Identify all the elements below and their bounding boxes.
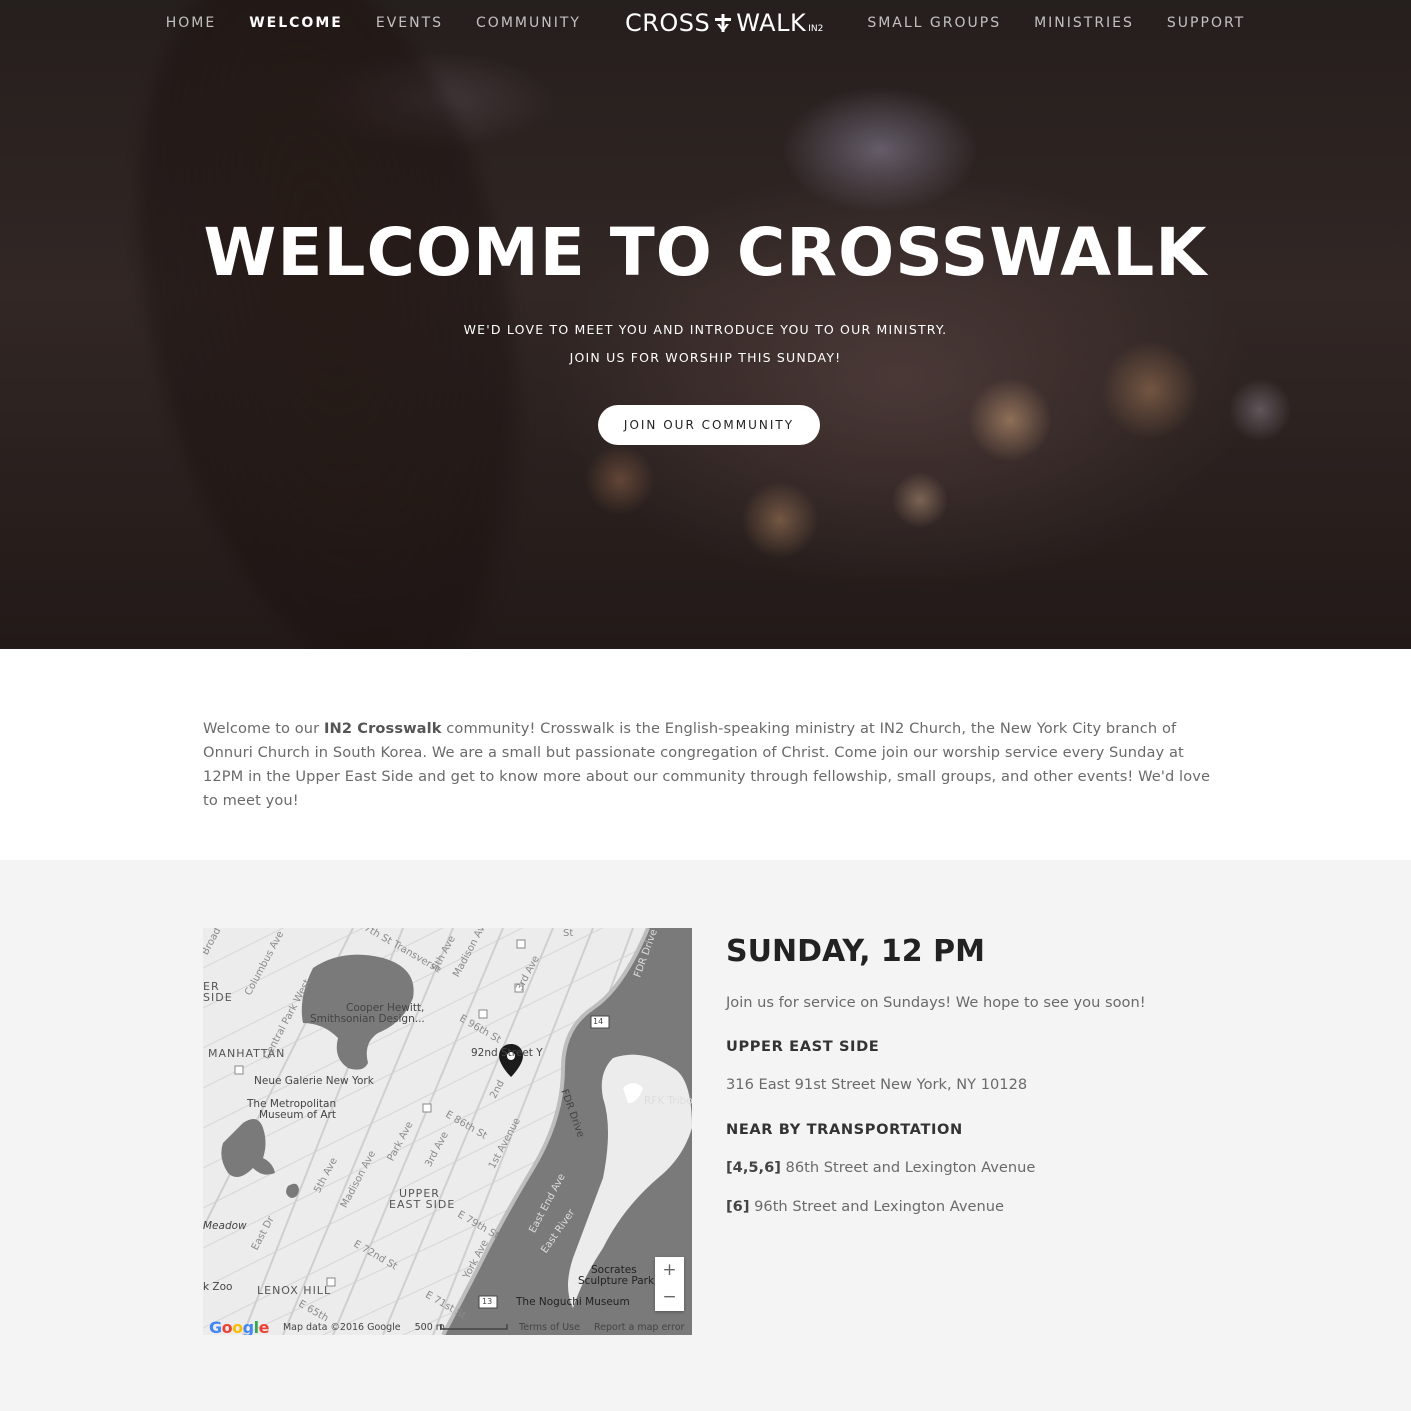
nav-ministries[interactable]: MINISTRIES <box>1034 15 1134 31</box>
logo-text-right: WALK <box>736 9 807 37</box>
transport-lines-2: [6] <box>726 1198 750 1215</box>
map-hwy-14: 14 <box>593 1017 604 1026</box>
transport-item-2: [6] 96th Street and Lexington Avenue <box>726 1198 1004 1215</box>
hero-subtitle-2: JOIN US FOR WORSHIP THIS SUNDAY! <box>569 350 842 365</box>
logo-sup: IN2 <box>808 24 824 34</box>
site-logo[interactable]: CROSS WALK IN2 <box>625 9 823 37</box>
map-label-meadow: Meadow <box>203 1220 247 1232</box>
service-info-section: MANHATTAN Cooper Hewitt, Smithsonian Des… <box>0 860 1411 1411</box>
nav-events[interactable]: EVENTS <box>376 15 443 31</box>
map-label-ues2: EAST SIDE <box>389 1198 456 1211</box>
nav-community[interactable]: COMMUNITY <box>476 15 581 31</box>
intro-section: Welcome to our IN2 Crosswalk community! … <box>0 649 1411 860</box>
map-label-zoo: k Zoo <box>203 1281 233 1293</box>
map-label-met2: Museum of Art <box>259 1109 336 1121</box>
map-label-noguchi: The Noguchi Museum <box>516 1296 630 1308</box>
location-address: 316 East 91st Street New York, NY 10128 <box>726 1076 1028 1093</box>
map-scale: 500 m <box>414 1322 446 1333</box>
map-zoom-control: + − <box>655 1257 684 1311</box>
join-community-button[interactable]: JOIN OUR COMMUNITY <box>598 405 820 445</box>
hero-subtitle-1: WE'D LOVE TO MEET YOU AND INTRODUCE YOU … <box>463 322 948 337</box>
map-label-socrates2: Sculpture Park <box>578 1275 655 1287</box>
cross-icon <box>714 14 732 32</box>
intro-paragraph: Welcome to our IN2 Crosswalk community! … <box>203 717 1218 813</box>
map-label-cooper2: Smithsonian Design... <box>310 1013 425 1025</box>
map-hwy-13: 13 <box>482 1297 493 1306</box>
map-label-side: SIDE <box>203 991 233 1004</box>
map-footer: Google Map data ©2016 Google 500 m Terms… <box>203 1318 692 1335</box>
map-label-neue: Neue Galerie New York <box>254 1075 374 1087</box>
transport-lines-1: [4,5,6] <box>726 1159 781 1176</box>
intro-text-bold: IN2 Crosswalk <box>324 720 442 737</box>
main-nav: HOME WELCOME EVENTS COMMUNITY CROSS WALK… <box>0 0 1411 46</box>
logo-text-left: CROSS <box>624 9 711 37</box>
nav-right-group: SMALL GROUPS MINISTRIES SUPPORT <box>867 15 1245 31</box>
nav-left-group: HOME WELCOME EVENTS COMMUNITY <box>166 15 581 31</box>
transport-stop-2: 96th Street and Lexington Avenue <box>749 1198 1004 1215</box>
service-time-title: SUNDAY, 12 PM <box>726 934 985 969</box>
google-logo: Google <box>209 1318 269 1335</box>
map-label-rfk: RFK Tribo <box>644 1095 692 1107</box>
nav-home[interactable]: HOME <box>166 15 216 31</box>
location-map[interactable]: MANHATTAN Cooper Hewitt, Smithsonian Des… <box>203 928 692 1335</box>
service-tagline: Join us for service on Sundays! We hope … <box>726 994 1146 1011</box>
transport-heading: NEAR BY TRANSPORTATION <box>726 1121 963 1138</box>
location-heading: UPPER EAST SIDE <box>726 1038 880 1055</box>
nav-small-groups[interactable]: SMALL GROUPS <box>867 15 1001 31</box>
nav-support[interactable]: SUPPORT <box>1167 15 1245 31</box>
map-label-lenox: LENOX HILL <box>257 1284 332 1297</box>
zoom-out-button[interactable]: − <box>655 1284 684 1311</box>
map-street-st: St <box>563 928 574 939</box>
hero-section: HOME WELCOME EVENTS COMMUNITY CROSS WALK… <box>0 0 1411 649</box>
intro-text-before: Welcome to our <box>203 720 325 737</box>
hero-title: WELCOME TO CROSSWALK <box>203 214 1208 291</box>
map-data-credit: Map data ©2016 Google <box>282 1322 401 1333</box>
nav-welcome[interactable]: WELCOME <box>249 15 343 31</box>
map-report-link[interactable]: Report a map error <box>594 1322 684 1333</box>
transport-stop-1: 86th Street and Lexington Avenue <box>780 1159 1036 1176</box>
map-terms-link[interactable]: Terms of Use <box>519 1322 580 1333</box>
zoom-in-button[interactable]: + <box>655 1257 684 1284</box>
map-label-92y: 92nd Street Y <box>471 1047 543 1059</box>
transport-item-1: [4,5,6] 86th Street and Lexington Avenue <box>726 1159 1035 1176</box>
